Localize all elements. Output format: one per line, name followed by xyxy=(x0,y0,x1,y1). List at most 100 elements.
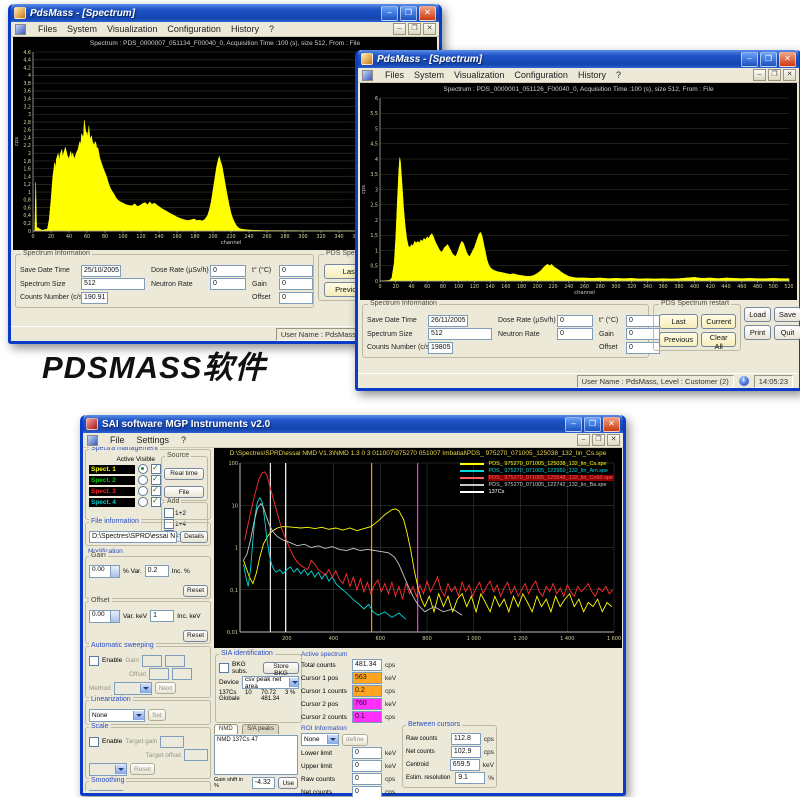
menu-item[interactable]: System xyxy=(67,24,97,34)
window1-titlebar[interactable]: PdsMass - [Spectrum] – ❐ ✕ xyxy=(11,4,439,22)
field-value[interactable]: 25/10/2005 15:58:31 xyxy=(81,265,121,277)
maximize-button[interactable]: ❐ xyxy=(584,417,601,432)
use-button[interactable]: Use xyxy=(278,777,298,789)
row-value[interactable]: 563 xyxy=(352,672,382,684)
mdi-minimize-icon[interactable]: – xyxy=(577,434,590,446)
minimize-button[interactable]: – xyxy=(741,52,758,67)
visible-checkbox[interactable] xyxy=(151,475,161,485)
gain-inc-field[interactable]: 0.2 xyxy=(145,565,169,577)
field-value[interactable]: 512 xyxy=(428,328,492,340)
field-value[interactable]: 190.91 xyxy=(81,292,108,304)
row-value[interactable]: 481.34 xyxy=(352,659,382,671)
row-value[interactable]: 0 xyxy=(352,773,382,785)
file-action-button[interactable]: Load xyxy=(744,307,771,322)
gain-spinner[interactable]: 0.00 xyxy=(89,565,120,578)
field-value[interactable]: 0 xyxy=(210,278,246,290)
field-value[interactable]: 19805 xyxy=(428,342,453,354)
menu-item[interactable]: Settings xyxy=(137,435,170,445)
restart-button[interactable]: Previous xyxy=(659,332,698,347)
offset-reset-button[interactable]: Reset xyxy=(183,630,208,642)
tab-sa-peaks[interactable]: S/A peaks xyxy=(242,724,279,734)
maximize-button[interactable]: ❐ xyxy=(760,52,777,67)
spectrum-chip[interactable]: Spect. 1 xyxy=(89,465,135,474)
menu-item[interactable]: File xyxy=(110,435,125,445)
file-path-field[interactable]: D:\Spectres\SPRD\essai N xyxy=(89,531,177,543)
minimize-button[interactable]: – xyxy=(381,6,398,21)
spectrum-chip[interactable]: Spect. 4 xyxy=(89,498,135,507)
mdi-restore-icon[interactable]: ❐ xyxy=(408,23,421,35)
window2-titlebar[interactable]: PdsMass - [Spectrum] – ❐ ✕ xyxy=(358,50,799,68)
file-action-button[interactable]: Save xyxy=(774,307,800,322)
mdi-minimize-icon[interactable]: – xyxy=(393,23,406,35)
offset-inc-field[interactable]: 1 xyxy=(150,610,174,622)
field-value[interactable]: 26/11/2005 05:52:16 xyxy=(428,315,468,327)
mdi-restore-icon[interactable]: ❐ xyxy=(592,434,605,446)
source-button[interactable]: File xyxy=(164,486,204,498)
row-value[interactable]: 0 xyxy=(352,747,382,759)
smoothing-dropdown[interactable]: 5 xyxy=(89,790,123,792)
legend-entry[interactable]: PDS_ 975270_071005_122950_132_lin_Am.spe xyxy=(460,468,614,474)
menu-item[interactable]: ? xyxy=(181,435,186,445)
source-button[interactable]: Real time xyxy=(164,468,204,480)
roi-dropdown[interactable]: None xyxy=(301,733,339,746)
device-dropdown[interactable]: csv peak net area xyxy=(242,676,299,689)
legend-entry[interactable]: 137Cs xyxy=(460,489,614,495)
sweeping-enable-checkbox[interactable] xyxy=(89,656,99,666)
row-value[interactable]: 0.2 xyxy=(352,685,382,697)
menu-item[interactable]: History xyxy=(231,24,259,34)
legend-entry[interactable]: PDS_ 975270_071005_125038_132_lin_Cs.spe xyxy=(460,461,614,467)
row-value[interactable]: 0 xyxy=(352,786,382,797)
menu-item[interactable]: Files xyxy=(38,24,57,34)
store-bkg-button[interactable]: Store BKG xyxy=(263,662,299,674)
file-action-button[interactable]: Print xyxy=(744,325,771,340)
visible-checkbox[interactable] xyxy=(151,486,161,496)
active-radio[interactable] xyxy=(138,486,148,496)
minimize-button[interactable]: – xyxy=(565,417,582,432)
gain-reset-button[interactable]: Reset xyxy=(183,585,208,597)
menu-item[interactable]: Configuration xyxy=(167,24,221,34)
field-value[interactable]: 0 xyxy=(279,278,313,290)
field-value[interactable]: 512 xyxy=(81,278,145,290)
mdi-close-icon[interactable]: ✕ xyxy=(607,434,620,446)
legend-entry[interactable]: PDS_ 975270_071005_125548_132_lin_Co60.s… xyxy=(460,475,614,481)
tab-nmd[interactable]: NMD xyxy=(214,724,238,734)
bkg-subs-checkbox[interactable] xyxy=(219,663,229,673)
menu-item[interactable]: Configuration xyxy=(514,70,568,80)
row-value[interactable]: 760 xyxy=(352,698,382,710)
active-radio[interactable] xyxy=(138,497,148,507)
active-radio[interactable] xyxy=(138,464,148,474)
offset-spinner[interactable]: 0.00 xyxy=(89,610,120,623)
menu-item[interactable]: ? xyxy=(269,24,274,34)
restart-button[interactable]: Last xyxy=(659,314,698,329)
details-button[interactable]: Details xyxy=(180,531,208,543)
close-button[interactable]: ✕ xyxy=(779,52,796,67)
file-action-button[interactable]: Quit xyxy=(774,325,800,340)
close-button[interactable]: ✕ xyxy=(419,6,436,21)
visible-checkbox[interactable] xyxy=(151,497,161,507)
maximize-button[interactable]: ❐ xyxy=(400,6,417,21)
spectrum-chip[interactable]: Spect. 2 xyxy=(89,476,135,485)
menu-item[interactable]: Files xyxy=(385,70,404,80)
mdi-minimize-icon[interactable]: – xyxy=(753,69,766,81)
linearization-dropdown[interactable]: None xyxy=(89,709,145,722)
mdi-close-icon[interactable]: ✕ xyxy=(783,69,796,81)
menu-item[interactable]: Visualization xyxy=(107,24,157,34)
field-value[interactable]: 0 xyxy=(557,315,593,327)
menu-item[interactable]: Visualization xyxy=(454,70,504,80)
legend-entry[interactable]: PDS_ 975270_071005_122742_132_lin_Ba.spe xyxy=(460,482,614,488)
row-value[interactable]: 0 xyxy=(352,760,382,772)
mdi-close-icon[interactable]: ✕ xyxy=(423,23,436,35)
menu-item[interactable]: ? xyxy=(616,70,621,80)
restart-button[interactable]: Clear All xyxy=(701,332,736,347)
add-checkbox[interactable] xyxy=(164,508,174,518)
window3-titlebar[interactable]: SAI software MGP Instruments v2.0 – ❐ ✕ xyxy=(83,415,623,433)
field-value[interactable]: 0 xyxy=(279,265,313,277)
scale-enable-checkbox[interactable] xyxy=(89,737,99,747)
field-value[interactable]: 0 xyxy=(557,328,593,340)
spectrum-chip[interactable]: Spect. 3 xyxy=(89,487,135,496)
restart-button[interactable]: Current xyxy=(701,314,736,329)
active-radio[interactable] xyxy=(138,475,148,485)
field-value[interactable]: 0 xyxy=(210,265,246,277)
menu-item[interactable]: History xyxy=(578,70,606,80)
visible-checkbox[interactable] xyxy=(151,464,161,474)
